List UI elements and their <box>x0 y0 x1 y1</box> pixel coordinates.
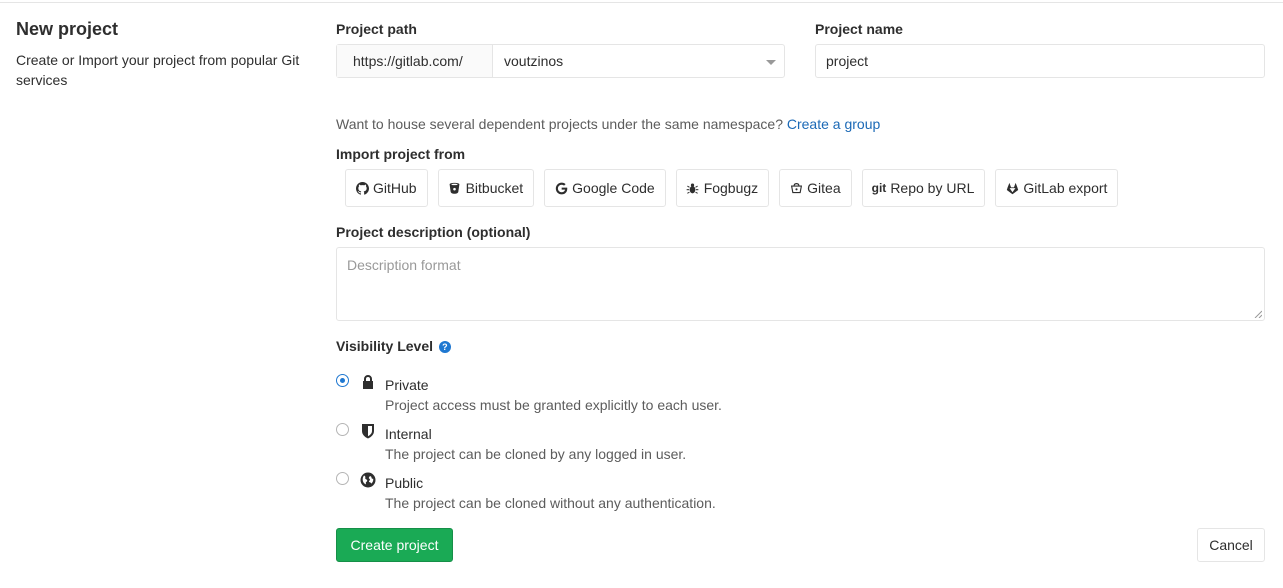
import-repo-by-url-button[interactable]: git Repo by URL <box>861 169 986 207</box>
visibility-public-description: The project can be cloned without any au… <box>385 495 716 511</box>
bitbucket-icon <box>448 181 462 195</box>
project-name-value: project <box>826 53 869 69</box>
namespace-select[interactable]: voutzinos <box>493 45 784 77</box>
shield-icon <box>362 424 374 439</box>
google-icon <box>554 181 568 195</box>
import-gitlab-export-button[interactable]: GitLab export <box>995 169 1119 207</box>
import-bitbucket-label: Bitbucket <box>465 180 524 196</box>
globe-icon <box>360 472 376 488</box>
create-project-button[interactable]: Create project <box>336 528 453 562</box>
project-path-label: Project path <box>336 21 417 37</box>
project-name-input[interactable]: project <box>815 44 1265 78</box>
visibility-internal-description: The project can be cloned by any logged … <box>385 446 687 462</box>
visibility-public-radio[interactable] <box>336 472 349 485</box>
help-icon[interactable]: ? <box>438 341 451 353</box>
import-label: Import project from <box>336 146 466 162</box>
visibility-public-title: Public <box>385 475 424 491</box>
import-gitea-label: Gitea <box>807 180 841 196</box>
project-path-prefix: https://gitlab.com/ <box>337 45 493 77</box>
description-label: Project description (optional) <box>336 224 531 240</box>
visibility-label-text: Visibility Level <box>336 338 434 354</box>
new-project-form: Project path https://gitlab.com/ voutzin… <box>336 0 1265 588</box>
project-path-group: https://gitlab.com/ voutzinos <box>336 44 785 78</box>
import-repo-by-url-label: Repo by URL <box>890 180 975 196</box>
description-textarea[interactable]: Description format <box>336 247 1265 321</box>
visibility-private-title: Private <box>385 377 429 393</box>
gitlab-icon <box>1005 181 1019 195</box>
import-github-label: GitHub <box>373 180 417 196</box>
import-gitlab-export-label: GitLab export <box>1023 180 1108 196</box>
page-title: New project <box>16 19 119 39</box>
bug-icon <box>686 181 700 195</box>
gitea-icon <box>789 181 803 195</box>
import-gitea-button[interactable]: Gitea <box>779 169 852 207</box>
import-google-code-button[interactable]: Google Code <box>544 169 666 207</box>
import-bitbucket-button[interactable]: Bitbucket <box>437 169 535 207</box>
namespace-value: voutzinos <box>504 53 564 69</box>
page-intro: New project Create or Import your projec… <box>16 18 316 90</box>
visibility-internal-title: Internal <box>385 426 432 442</box>
github-icon <box>355 181 369 195</box>
import-sources: GitHub Bitbucket Google Code Fogbugz Git… <box>345 169 1128 207</box>
create-group-link[interactable]: Create a group <box>787 116 880 132</box>
cancel-button[interactable]: Cancel <box>1197 528 1265 562</box>
chevron-down-icon <box>766 60 776 65</box>
import-fogbugz-label: Fogbugz <box>703 180 759 196</box>
namespace-hint: Want to house several dependent projects… <box>336 116 880 132</box>
resize-handle-icon[interactable] <box>1254 310 1262 318</box>
import-fogbugz-button[interactable]: Fogbugz <box>675 169 770 207</box>
visibility-private-radio[interactable] <box>336 374 349 387</box>
page-description: Create or Import your project from popul… <box>16 52 300 88</box>
import-github-button[interactable]: GitHub <box>345 169 428 207</box>
description-placeholder: Description format <box>347 257 461 273</box>
visibility-internal-radio[interactable] <box>336 423 349 436</box>
lock-icon <box>363 375 373 389</box>
namespace-hint-text: Want to house several dependent projects… <box>336 116 783 132</box>
visibility-private-description: Project access must be granted explicitl… <box>385 397 722 413</box>
git-icon: git <box>871 181 887 195</box>
import-google-code-label: Google Code <box>572 180 655 196</box>
visibility-label: Visibility Level ? <box>336 338 451 354</box>
project-name-label: Project name <box>815 21 903 37</box>
